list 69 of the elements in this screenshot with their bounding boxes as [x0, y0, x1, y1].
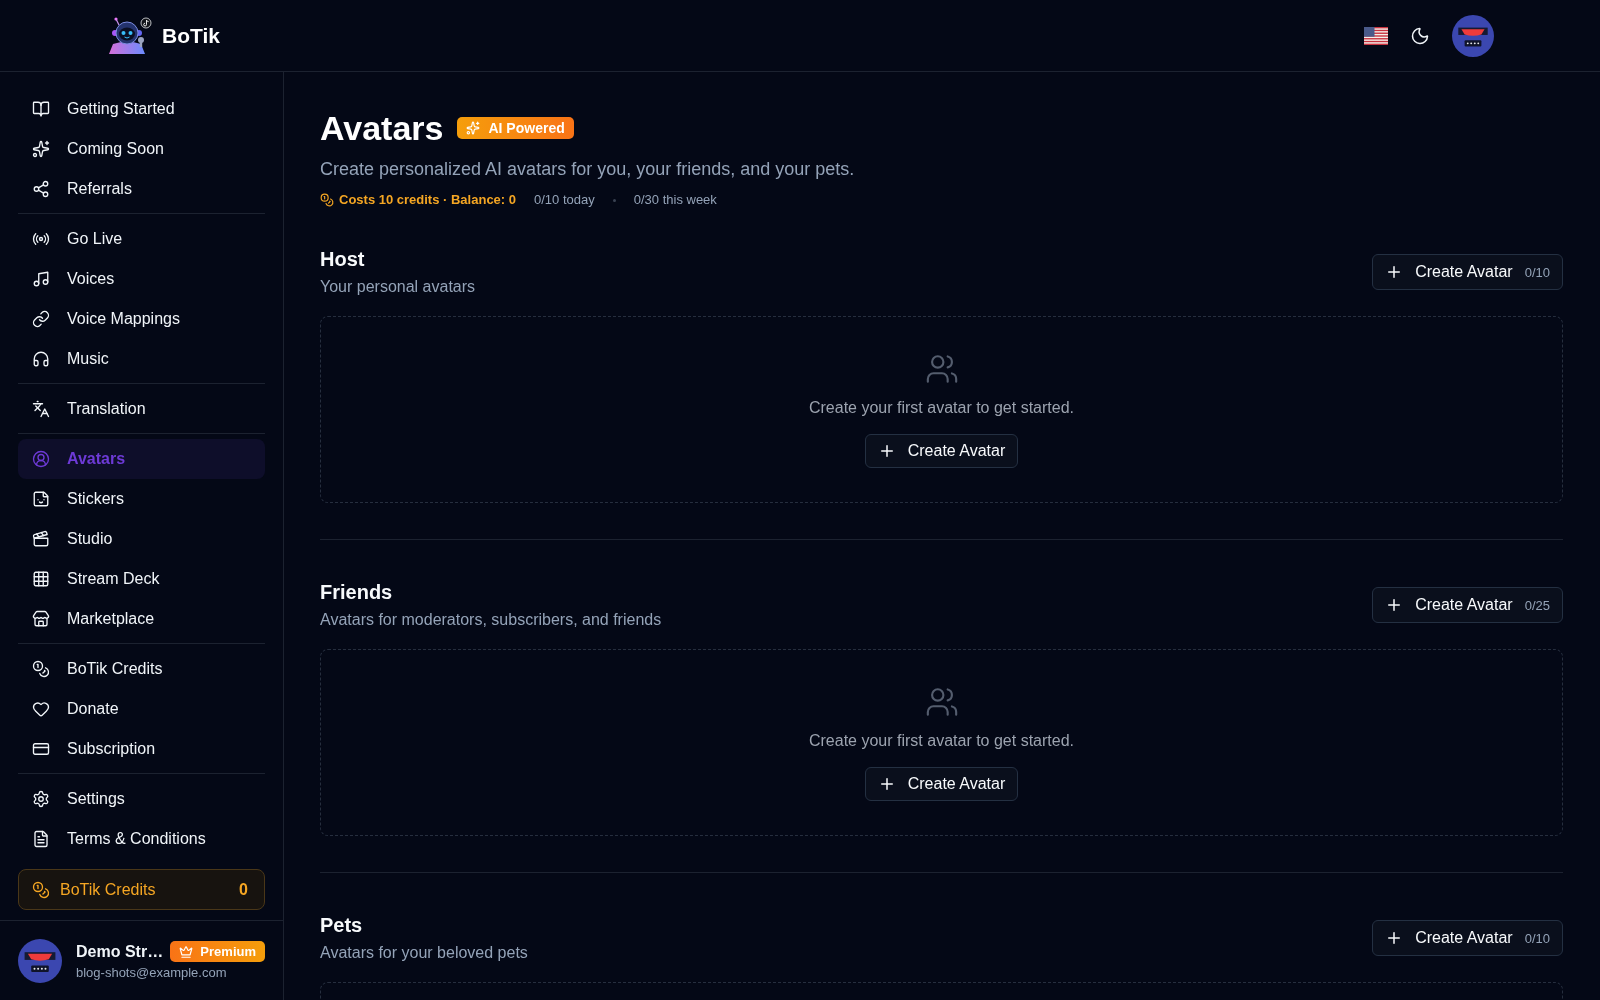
sidebar-item[interactable]: Translation — [18, 389, 265, 429]
document-icon — [32, 830, 50, 848]
section-subtitle: Avatars for your beloved pets — [320, 943, 528, 963]
create-avatar-button[interactable]: Create Avatar 0/10 — [1372, 920, 1563, 956]
translate-icon — [32, 400, 50, 418]
section-title: Pets — [320, 913, 364, 938]
broadcast-icon — [32, 230, 50, 248]
section-subtitle: Your personal avatars — [320, 277, 476, 297]
user-avatar[interactable] — [1452, 14, 1494, 57]
create-avatar-button[interactable]: Create Avatar 0/25 — [1372, 587, 1563, 623]
page-title: Avatars — [320, 108, 444, 148]
create-avatar-button[interactable]: Create Avatar 0/10 — [1372, 254, 1563, 290]
sidebar-item[interactable]: Stream Deck — [18, 559, 265, 599]
sidebar-item[interactable]: Coming Soon — [18, 129, 265, 169]
user-avatar[interactable] — [18, 938, 62, 983]
page-subtitle: Create personalized AI avatars for you, your friends, and your pets. — [320, 158, 856, 181]
sparkle-icon — [466, 121, 481, 135]
credit-card-icon — [32, 740, 50, 758]
clapperboard-icon — [32, 530, 50, 548]
sidebar-item[interactable]: Terms & Conditions — [18, 819, 265, 859]
flag-icon[interactable] — [1364, 26, 1388, 45]
moon-icon[interactable] — [1410, 25, 1430, 46]
credit-cost-text: Costs 10 credits · Balance: 0 — [339, 191, 517, 209]
coins-icon — [32, 880, 50, 899]
create-avatar-button[interactable]: Create Avatar — [864, 433, 1019, 468]
empty-state-text: Create your first avatar to get started. — [809, 730, 1074, 751]
share-icon — [32, 180, 50, 198]
sidebar-item[interactable]: Getting Started — [18, 89, 265, 129]
section-subtitle: Avatars for moderators, subscribers, and friends — [320, 610, 662, 630]
brand-name: BoTik — [162, 23, 220, 48]
headphones-icon — [32, 350, 50, 368]
coins-icon — [32, 660, 50, 678]
user-circle-icon — [32, 450, 50, 468]
sidebar-item[interactable]: Subscription — [18, 729, 265, 769]
separator-dot-icon — [612, 198, 616, 202]
section-title: Host — [320, 247, 366, 272]
credits-button[interactable]: BoTik Credits 0 — [18, 869, 265, 910]
ai-powered-label: AI Powered — [488, 120, 565, 136]
sidebar-item[interactable]: BoTik Credits — [18, 649, 265, 689]
crown-icon — [179, 944, 194, 959]
sidebar-item[interactable]: Stickers — [18, 479, 265, 519]
premium-label: Premium — [200, 944, 256, 959]
sparkle-icon — [32, 140, 50, 158]
sidebar-item[interactable]: Donate — [18, 689, 265, 729]
sidebar-item[interactable]: Go Live — [18, 219, 265, 259]
settings-icon — [32, 790, 50, 808]
empty-state-text: Create your first avatar to get started. — [809, 397, 1074, 418]
section-title: Friends — [320, 580, 394, 605]
usage-text: 0/30 this week — [633, 191, 717, 209]
book-icon — [32, 100, 50, 118]
sidebar-item[interactable]: Music — [18, 339, 265, 379]
sidebar-item[interactable]: Marketplace — [18, 599, 265, 639]
grid-icon — [32, 570, 50, 588]
coins-icon — [320, 193, 334, 207]
heart-icon — [32, 700, 50, 718]
robot-logo-icon — [107, 17, 153, 54]
sidebar-item[interactable]: Studio — [18, 519, 265, 559]
sidebar-item[interactable]: Referrals — [18, 169, 265, 209]
link-icon — [32, 310, 50, 328]
store-icon — [32, 610, 50, 628]
sidebar-item[interactable]: Voices — [18, 259, 265, 299]
user-email: blog-shots@example.com — [76, 965, 228, 980]
create-avatar-button[interactable]: Create Avatar — [864, 766, 1019, 801]
usage-text: 0/10 today — [534, 191, 595, 209]
sidebar-item[interactable]: Settings — [18, 779, 265, 819]
sidebar-item[interactable]: Voice Mappings — [18, 299, 265, 339]
music-note-icon — [32, 270, 50, 288]
user-name: Demo Str… — [76, 942, 164, 961]
sticker-icon — [32, 490, 50, 508]
